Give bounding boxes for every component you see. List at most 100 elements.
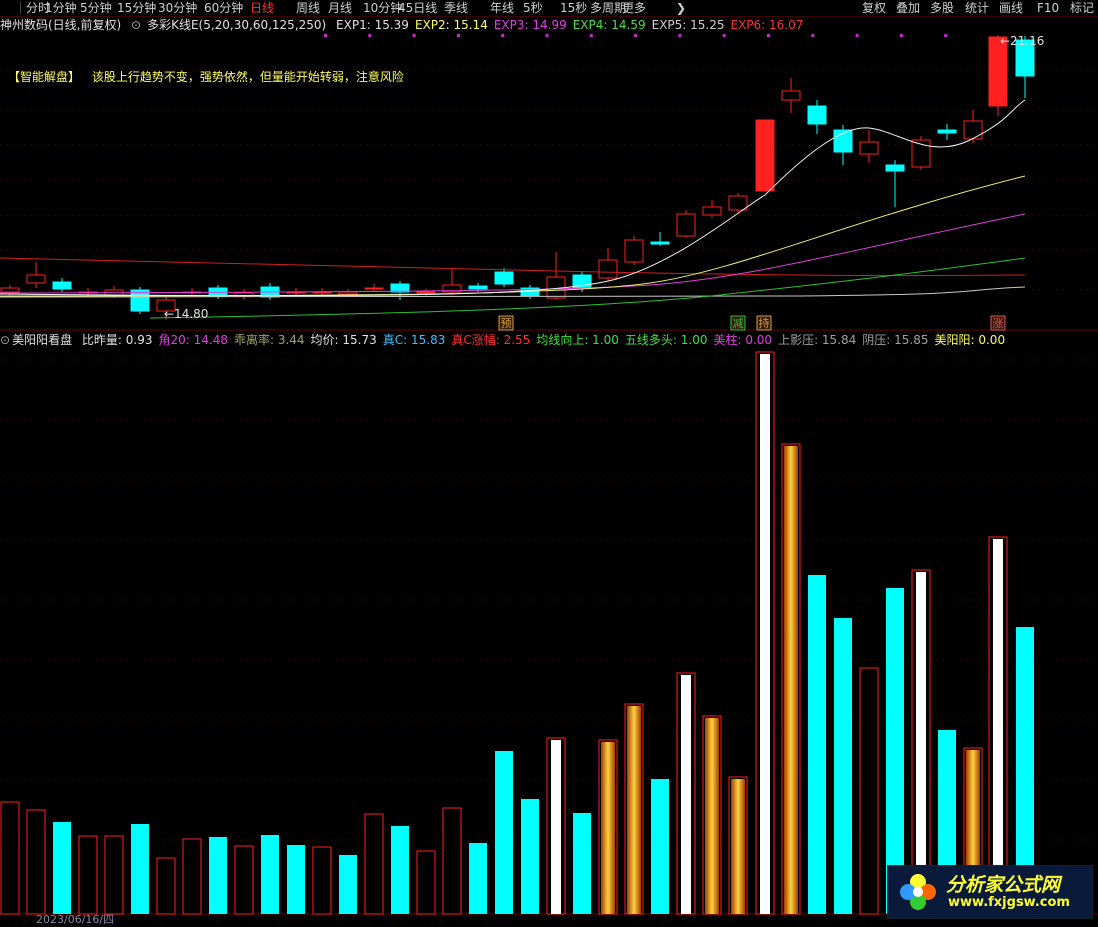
period-tab-16[interactable]: 更多 — [622, 0, 646, 16]
volume-bar-21 — [546, 737, 566, 915]
candle-body-37 — [963, 120, 983, 140]
period-toolbar: 分时 1分钟 5分钟 15分钟 30分钟 60分钟 日线 周线 月线 10分钟 45日线 季线 年线 5秒… — [0, 0, 1098, 17]
top-marker-11 — [811, 34, 815, 37]
ai-text: 该股上行趋势不变，强势依然，但量能开始转弱，注意风险 — [91, 70, 404, 84]
volume-bar-5 — [131, 824, 149, 914]
volume-bar-4 — [104, 835, 124, 915]
volume-bar-20 — [521, 799, 539, 914]
candle-body-30 — [781, 90, 801, 101]
candle-body-1 — [26, 274, 46, 284]
volume-indicator-toggle-icon[interactable]: ⊙ — [0, 333, 10, 347]
indicator-toggle-icon[interactable]: ⊙ — [131, 18, 141, 32]
candle-body-22 — [572, 274, 592, 289]
candle-body-19 — [494, 271, 514, 285]
top-marker-3 — [456, 34, 460, 37]
period-tab-10[interactable]: 45日线 — [398, 0, 437, 16]
volume-bar-23 — [598, 739, 618, 915]
volume-bar-6 — [156, 857, 176, 915]
period-tab-9[interactable]: 10分钟 — [363, 0, 402, 16]
period-tab-3[interactable]: 15分钟 — [117, 0, 156, 16]
watermark-logo: 分析家公式网 www.fxjgsw.com — [887, 865, 1093, 919]
chart-area[interactable]: ←14.80 ←21.16 预 减 持 涨 — [0, 0, 1098, 923]
candle-body-2 — [52, 281, 72, 290]
ma-white-flat — [0, 286, 1026, 298]
exp-value-5: EXP5: 15.25 — [651, 18, 725, 32]
toolbar-button-0[interactable]: 复权 — [862, 0, 886, 16]
volume-value-10: 阴压: 15.85 — [862, 333, 929, 347]
volume-bar-28 — [728, 776, 748, 915]
volume-bar-27 — [702, 715, 722, 915]
period-tab-15[interactable]: 多周期 — [590, 0, 626, 16]
volume-bar-fill-30 — [784, 446, 798, 914]
toolbar-button-5[interactable]: F10 — [1037, 0, 1059, 16]
candle-body-4 — [104, 289, 124, 296]
toolbar-button-6[interactable]: 标记 — [1070, 0, 1094, 16]
volume-bar-14 — [364, 813, 384, 915]
price-indicator-name[interactable]: 多彩K线E(5,20,30,60,125,250) — [147, 18, 326, 32]
ma-white — [0, 99, 1026, 297]
period-tab-7[interactable]: 周线 — [296, 0, 320, 16]
candle-body-20 — [520, 287, 540, 297]
candle-body-36 — [937, 129, 957, 134]
candle-body-25 — [650, 241, 670, 245]
candle-body-12 — [312, 291, 332, 294]
period-tab-5[interactable]: 60分钟 — [204, 0, 243, 16]
volume-value-8: 美柱: 0.00 — [713, 333, 773, 347]
candle-body-0 — [0, 287, 20, 293]
ai-tag: 【智能解盘】 — [8, 70, 81, 84]
volume-indicator-name[interactable]: 美阳阳看盘 — [12, 333, 72, 347]
exp-values: EXP1: 15.39 EXP2: 15.14 EXP3: 14.99 EXP4: 1… — [336, 18, 809, 32]
top-marker-2 — [412, 34, 416, 37]
exp-value-6: EXP6: 16.07 — [730, 18, 804, 32]
volume-bar-19 — [495, 751, 513, 914]
period-tab-11[interactable]: 季线 — [444, 0, 468, 16]
volume-bar-3 — [78, 835, 98, 915]
low-price-label: ←14.80 — [164, 307, 208, 321]
exp-value-1: EXP1: 15.39 — [336, 18, 409, 32]
volume-bar-17 — [442, 807, 462, 915]
volume-value-4: 真C: 15.83 — [382, 333, 446, 347]
period-tab-13[interactable]: 5秒 — [523, 0, 543, 16]
stock-name: 神州数码(日线,前复权) — [0, 18, 122, 32]
candle-body-32 — [833, 129, 853, 153]
toolbar-button-2[interactable]: 多股 — [930, 0, 954, 16]
candle-body-3 — [78, 291, 98, 294]
volume-value-7: 五线多头: 1.00 — [624, 333, 708, 347]
period-tab-14[interactable]: 15秒 — [560, 0, 587, 16]
candle-body-23 — [598, 259, 618, 279]
toolbar-button-1[interactable]: 叠加 — [896, 0, 920, 16]
ma-green — [149, 257, 1026, 319]
signal-label-1: 减 — [733, 317, 744, 330]
candle-body-31 — [807, 105, 827, 125]
volume-bar-16 — [416, 850, 436, 915]
period-tab-2[interactable]: 5分钟 — [80, 0, 112, 16]
period-tab-12[interactable]: 年线 — [490, 0, 514, 16]
watermark-url: www.fxjgsw.com — [948, 895, 1070, 910]
flower-logo-icon — [900, 874, 936, 910]
top-marker-6 — [589, 34, 593, 37]
exp-value-3: EXP3: 14.99 — [493, 18, 567, 32]
volume-bar-9 — [234, 845, 254, 915]
candle-body-24 — [624, 239, 644, 263]
volume-value-5: 真C涨幅: 2.55 — [451, 333, 531, 347]
volume-value-2: 乖离率: 3.44 — [233, 333, 305, 347]
candle-body-10 — [260, 286, 280, 298]
toolbar-button-3[interactable]: 统计 — [965, 0, 989, 16]
candle-body-17 — [442, 284, 462, 293]
volume-bar-35 — [911, 569, 931, 915]
volume-bar-fill-35 — [916, 572, 926, 914]
ma-magenta — [0, 213, 1026, 294]
candle-body-13 — [338, 291, 358, 295]
top-marker-8 — [678, 34, 682, 37]
volume-bar-32 — [834, 618, 852, 914]
candle-body-9 — [234, 292, 254, 297]
volume-info-line: ⊙ 美阳阳看盘 比昨量: 0.93 角20: 14.48 乖离率: 3.44 均价: 1… — [0, 332, 1017, 348]
period-tab-1[interactable]: 1分钟 — [45, 0, 77, 16]
more-arrow-icon[interactable]: ❯ — [676, 0, 686, 16]
period-tab-6[interactable]: 日线 — [250, 0, 274, 16]
volume-bar-31 — [808, 575, 826, 914]
period-tab-4[interactable]: 30分钟 — [158, 0, 197, 16]
volume-bar-29 — [755, 351, 775, 915]
toolbar-button-4[interactable]: 画线 — [999, 0, 1023, 16]
period-tab-8[interactable]: 月线 — [328, 0, 352, 16]
